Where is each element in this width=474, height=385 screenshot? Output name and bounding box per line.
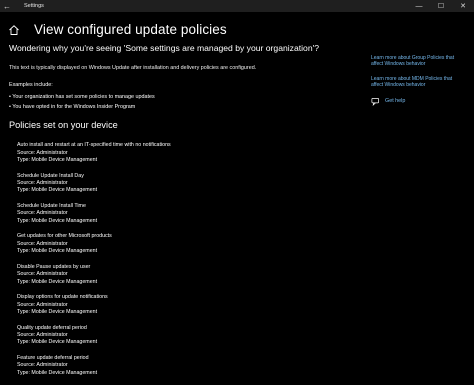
policy-source: Source: Administrator: [17, 149, 68, 156]
policy-type: Type: Mobile Device Management: [17, 248, 98, 255]
policy-source: Source: Administrator: [17, 362, 68, 369]
policy-item: Feature update deferral period Source: A…: [17, 355, 349, 377]
get-help-label: Get help: [385, 98, 406, 105]
question-heading: Wondering why you're seeing 'Some settin…: [9, 43, 320, 53]
policy-type: Type: Mobile Device Management: [17, 187, 98, 194]
maximize-icon: ☐: [437, 3, 445, 10]
policy-name: Quality update deferral period: [17, 324, 87, 331]
policy-item: Display options for update notifications…: [17, 294, 349, 316]
policy-name: Auto install and restart at an IT-specif…: [17, 142, 171, 149]
list-item: • You have opted in for the Windows Insi…: [9, 104, 136, 111]
policy-name: Schedule Update Install Time: [17, 203, 86, 209]
policy-name: Display options for update notifications: [17, 294, 108, 301]
examples-label: Examples include:: [9, 82, 53, 88]
link-line: Learn more about Group Policies that: [371, 55, 455, 61]
policies-section-title: Policies set on your device: [9, 120, 118, 131]
help-chat-icon: [371, 97, 380, 106]
close-button[interactable]: ✕: [452, 0, 474, 12]
policy-item: Auto install and restart at an IT-specif…: [17, 142, 349, 164]
title-bar: ← Settings — ☐ ✕: [0, 0, 474, 12]
policy-item: Schedule Update Install Day Source: Admi…: [17, 173, 349, 195]
policy-type: Type: Mobile Device Management: [17, 369, 98, 376]
policy-source: Source: Administrator: [17, 271, 68, 278]
policy-type: Type: Mobile Device Management: [17, 278, 98, 285]
examples-list: • Your organization has set some policie…: [9, 94, 349, 110]
link-line: affect Windows behavior: [371, 61, 426, 68]
close-icon: ✕: [460, 3, 466, 10]
policy-source: Source: Administrator: [17, 210, 68, 217]
window-controls: — ☐ ✕: [408, 0, 474, 12]
window-title: Settings: [24, 3, 44, 9]
policy-source: Source: Administrator: [17, 180, 68, 186]
policy-item: Disable Pause updates by user Source: Ad…: [17, 264, 349, 286]
minimize-button[interactable]: —: [408, 0, 430, 12]
back-button[interactable]: ←: [0, 0, 14, 12]
related-links-sidebar: Learn more about Group Policies that aff…: [371, 55, 471, 106]
policy-source: Source: Administrator: [17, 240, 68, 247]
policy-type: Type: Mobile Device Management: [17, 339, 98, 346]
link-line: affect Windows behavior: [371, 82, 426, 89]
page-header: View configured update policies: [8, 22, 227, 37]
policy-list: Auto install and restart at an IT-specif…: [9, 142, 349, 377]
page-title: View configured update policies: [34, 22, 227, 37]
policy-name: Feature update deferral period: [17, 355, 89, 362]
main-content: Wondering why you're seeing 'Some settin…: [9, 43, 349, 385]
link-line: Learn more about MDM Policies that: [371, 75, 453, 82]
policy-source: Source: Administrator: [17, 301, 68, 308]
back-arrow-icon: ←: [3, 1, 11, 11]
policy-item: Quality update deferral period Source: A…: [17, 325, 349, 347]
mdm-policies-link[interactable]: Learn more about MDM Policies that affec…: [371, 76, 471, 89]
policy-type: Type: Mobile Device Management: [17, 157, 98, 163]
policy-name: Disable Pause updates by user: [17, 263, 91, 270]
policy-name: Schedule Update Install Day: [17, 172, 84, 179]
list-item: • Your organization has set some policie…: [9, 94, 155, 100]
maximize-button[interactable]: ☐: [430, 0, 452, 12]
policy-item: Get updates for other Microsoft products…: [17, 233, 349, 255]
policy-source: Source: Administrator: [17, 332, 68, 339]
minimize-icon: —: [415, 2, 423, 10]
group-policies-link[interactable]: Learn more about Group Policies that aff…: [371, 55, 471, 68]
get-help-link[interactable]: Get help: [371, 97, 471, 106]
policy-type: Type: Mobile Device Management: [17, 309, 98, 316]
policy-type: Type: Mobile Device Management: [17, 217, 98, 224]
policy-item: Schedule Update Install Time Source: Adm…: [17, 203, 349, 225]
home-icon[interactable]: [8, 24, 20, 36]
description-text: This text is typically displayed on Wind…: [9, 65, 257, 71]
policy-name: Get updates for other Microsoft products: [17, 233, 112, 240]
